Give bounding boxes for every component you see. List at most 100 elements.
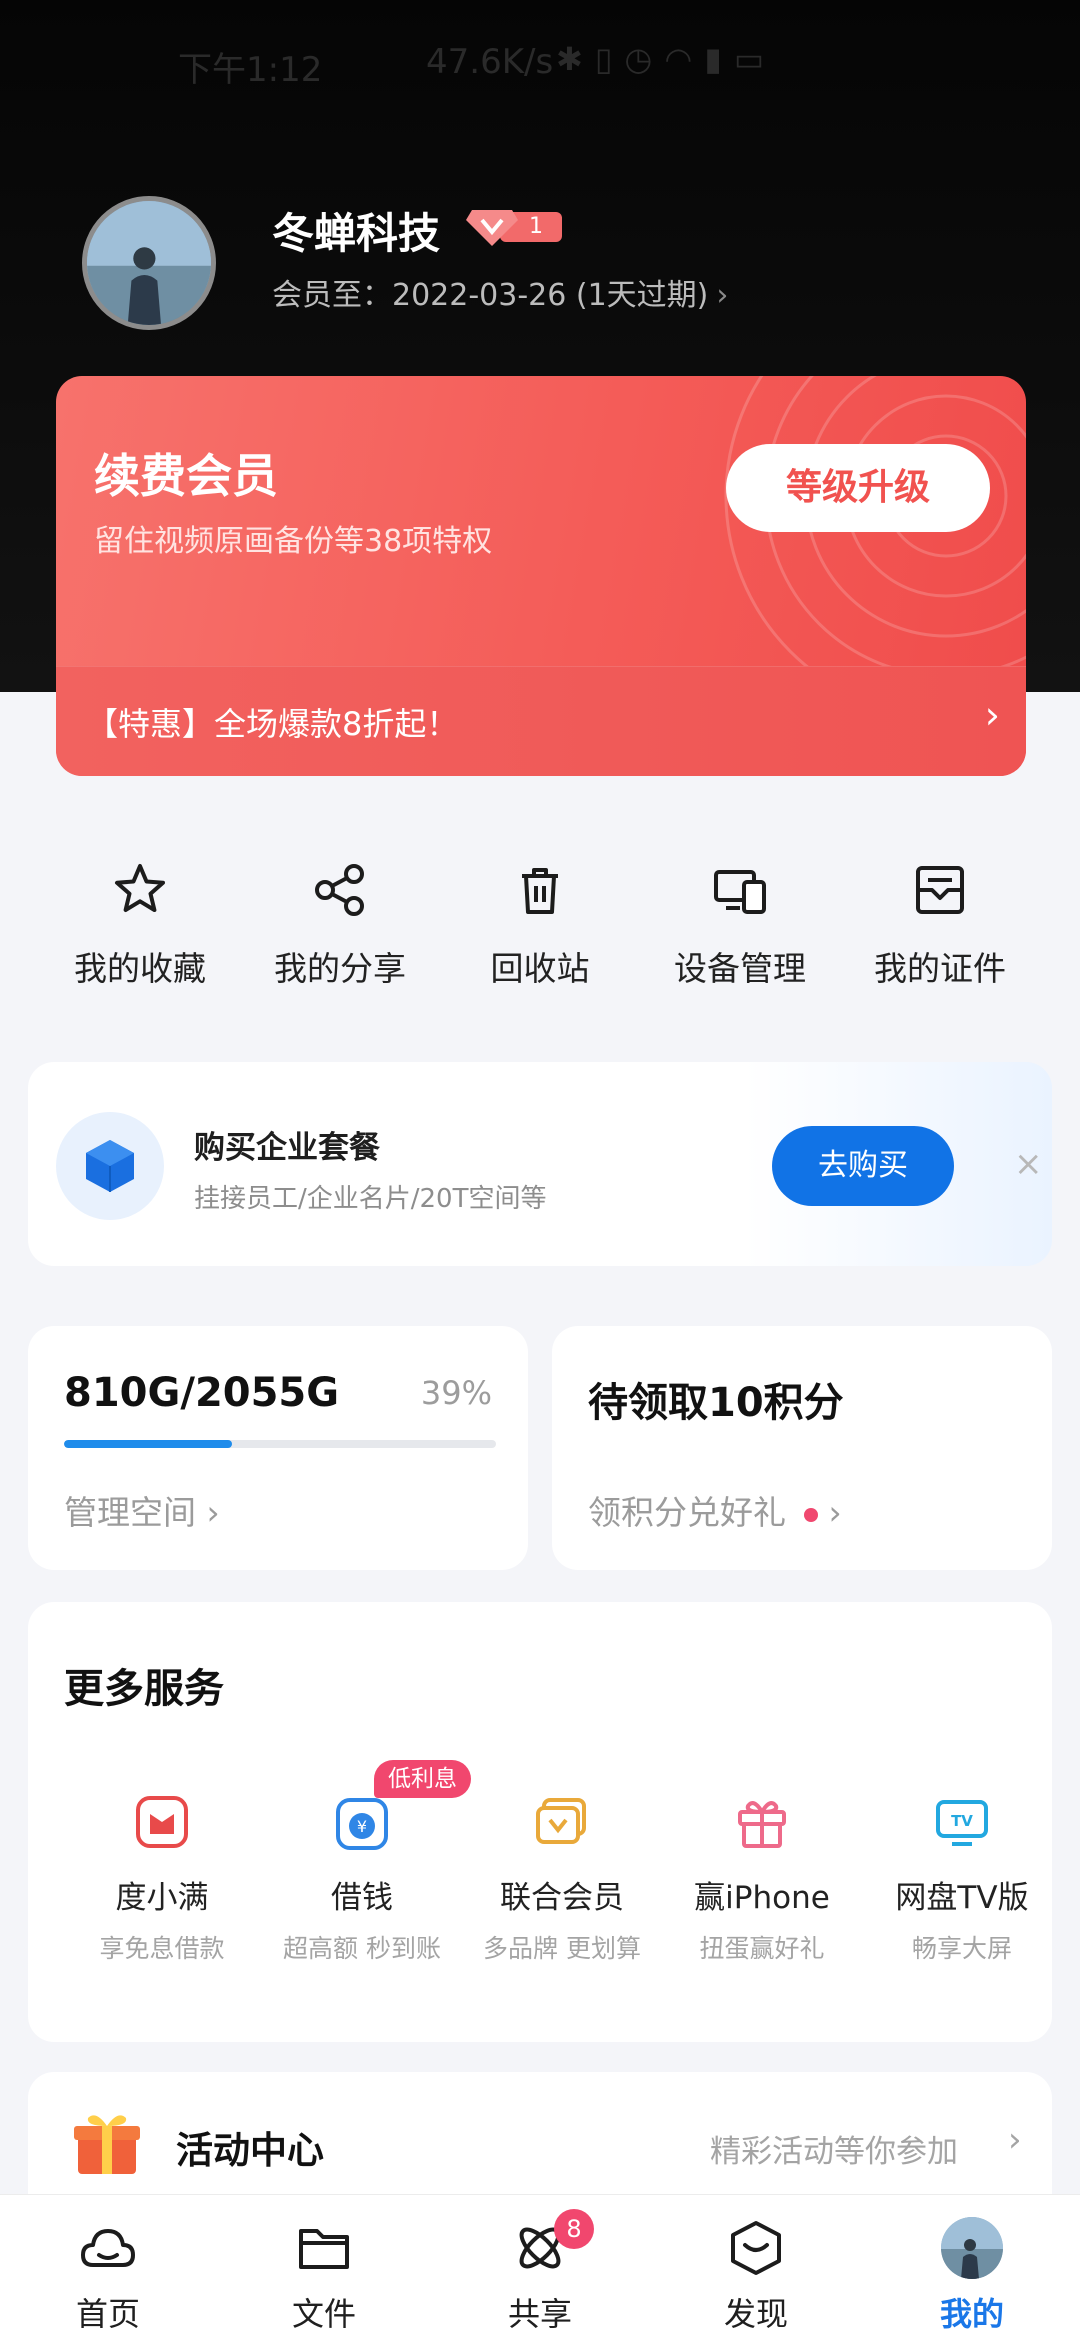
- service-desc: 多品牌 更划算: [483, 1934, 641, 1963]
- gift-icon: [738, 1801, 786, 1848]
- vip-card-icon: [536, 1798, 586, 1844]
- activity-hint: 精彩活动等你参加: [710, 2134, 958, 2170]
- tab-mine[interactable]: 我的: [864, 2195, 1080, 2340]
- quick-shares-label: 我的分享: [274, 949, 406, 988]
- low-interest-tag: 低利息: [374, 1760, 471, 1798]
- enterprise-title: 购买企业套餐: [194, 1130, 380, 1166]
- svg-text:TV: TV: [951, 1812, 973, 1830]
- promo-strip[interactable]: 【特惠】全场爆款8折起！ ›: [56, 666, 1026, 776]
- tab-label: 共享: [507, 2295, 572, 2333]
- chevron-right-icon: ›: [716, 278, 729, 313]
- trash-icon: [522, 868, 558, 914]
- star-icon: [115, 864, 165, 912]
- service-desc: 畅享大屏: [911, 1934, 1012, 1963]
- quick-favorites[interactable]: 我的收藏: [40, 860, 240, 1000]
- avatar-photo: [87, 201, 211, 325]
- redeem-points-link[interactable]: 领积分兑好礼 ›: [588, 1486, 842, 1534]
- vip-gem-icon: [466, 210, 518, 246]
- chevron-right-icon: ›: [1008, 2120, 1022, 2160]
- tab-label: 我的: [939, 2295, 1004, 2333]
- bluetooth-icon: ✱: [556, 40, 595, 78]
- service-borrow[interactable]: 低利息 ¥ 借钱 超高额 秒到账: [262, 1760, 471, 1972]
- status-time: 下午1:12: [178, 50, 323, 90]
- quick-my-documents[interactable]: 我的证件: [840, 860, 1040, 1000]
- share-count-badge: 8: [554, 2209, 594, 2249]
- folder-icon: [299, 2229, 349, 2269]
- duxiaoman-icon: [136, 1796, 188, 1848]
- share-icon: [315, 864, 364, 916]
- points-card[interactable]: 待领取10积分 领积分兑好礼 ›: [552, 1326, 1052, 1570]
- cloud-icon: [81, 2229, 135, 2267]
- id-card-icon: [916, 866, 964, 914]
- storage-used: 810G/2055G: [64, 1370, 340, 1416]
- tab-files[interactable]: 文件: [216, 2195, 432, 2340]
- buy-button[interactable]: 去购买: [772, 1126, 954, 1206]
- quick-favorites-label: 我的收藏: [74, 949, 206, 988]
- service-duxiaoman[interactable]: 度小满 享免息借款: [62, 1792, 262, 1972]
- chevron-right-icon: ›: [196, 1493, 220, 1532]
- vip-renew-card[interactable]: 续费会员 留住视频原画备份等38项特权 等级升级 【特惠】全场爆款8折起！ ›: [56, 376, 1026, 776]
- gift-box-icon: [74, 2115, 140, 2174]
- quick-recycle-bin[interactable]: 回收站: [440, 860, 640, 1000]
- enterprise-subtitle: 挂接员工/企业名片/20T空间等: [194, 1184, 547, 1214]
- tab-home[interactable]: 首页: [0, 2195, 216, 2340]
- vip-card-title: 续费会员: [94, 449, 278, 503]
- status-bar: 下午1:12 47.6K/s ✱▯◷◠▮▭: [0, 28, 1080, 98]
- tab-discover[interactable]: 发现: [648, 2195, 864, 2340]
- wifi-icon: ◠: [664, 40, 705, 78]
- service-name: 网盘TV版: [895, 1880, 1029, 1916]
- services-title: 更多服务: [64, 1666, 224, 1712]
- service-joint-membership[interactable]: 联合会员 多品牌 更划算: [462, 1792, 662, 1972]
- cube-icon: [86, 1140, 134, 1192]
- quick-shares[interactable]: 我的分享: [240, 860, 440, 1000]
- service-desc: 扭蛋赢好礼: [699, 1934, 825, 1963]
- upgrade-button[interactable]: 等级升级: [726, 444, 990, 532]
- member-expiry-text: 会员至：2022-03-26 (1天过期): [272, 278, 709, 313]
- activity-title: 活动中心: [176, 2129, 324, 2172]
- redeem-points-label: 领积分兑好礼: [588, 1493, 786, 1532]
- notification-dot: [804, 1507, 818, 1522]
- manage-space-label: 管理空间: [64, 1493, 196, 1532]
- avatar[interactable]: [82, 196, 216, 330]
- user-name[interactable]: 冬蝉科技: [272, 200, 440, 261]
- tab-label: 发现: [723, 2295, 788, 2333]
- service-name: 借钱: [331, 1880, 393, 1916]
- close-icon[interactable]: ×: [1014, 1144, 1043, 1184]
- member-expiry[interactable]: 会员至：2022-03-26 (1天过期) ›: [272, 270, 728, 314]
- vip-level-badge[interactable]: 1: [466, 206, 562, 246]
- tab-label: 文件: [291, 2295, 356, 2333]
- signal-icon: ▮: [704, 40, 734, 78]
- service-tv-version[interactable]: TV 网盘TV版 畅享大屏: [862, 1792, 1062, 1972]
- service-name: 赢iPhone: [694, 1880, 830, 1916]
- enterprise-icon-wrap: [56, 1112, 164, 1220]
- storage-card[interactable]: 810G/2055G 39% 管理空间 ›: [28, 1326, 528, 1570]
- quick-recycle-bin-label: 回收站: [490, 949, 590, 988]
- battery-icon: ▭: [733, 40, 777, 78]
- points-title: 待领取10积分: [588, 1380, 844, 1426]
- svg-text:¥: ¥: [357, 1817, 367, 1836]
- network-speed: 47.6K/s: [426, 42, 554, 82]
- service-win-iphone[interactable]: 赢iPhone 扭蛋赢好礼: [662, 1792, 862, 1972]
- chevron-right-icon: ›: [818, 1493, 842, 1532]
- more-services-card: 更多服务 度小满 享免息借款 低利息 ¥ 借钱 超高额 秒到账 联合会员 多品牌…: [28, 1602, 1052, 2042]
- manage-space-link[interactable]: 管理空间 ›: [64, 1486, 220, 1534]
- alarm-icon: ◷: [624, 40, 665, 78]
- quick-my-documents-label: 我的证件: [874, 949, 1006, 988]
- service-name: 度小满: [115, 1880, 209, 1916]
- tab-label: 首页: [75, 2295, 140, 2333]
- status-icons: ✱▯◷◠▮▭: [556, 40, 776, 78]
- quick-device-management[interactable]: 设备管理: [640, 860, 840, 1000]
- storage-progress-track: [64, 1440, 496, 1448]
- service-name: 联合会员: [500, 1880, 624, 1916]
- chevron-right-icon: ›: [984, 693, 1000, 737]
- storage-progress-fill: [64, 1440, 233, 1448]
- promo-text: 【特惠】全场爆款8折起！: [86, 705, 459, 743]
- bottom-tab-bar: 首页 文件 8 共享 发现 我的: [0, 2194, 1080, 2340]
- money-bag-icon: ¥: [336, 1798, 388, 1850]
- tab-share[interactable]: 8 共享: [432, 2195, 648, 2340]
- enterprise-banner[interactable]: 购买企业套餐 挂接员工/企业名片/20T空间等 去购买 ×: [28, 1062, 1052, 1266]
- quick-actions: 我的收藏 我的分享 回收站 设备管理 我的证件: [0, 860, 1080, 1000]
- vip-card-subtitle: 留住视频原画备份等38项特权: [94, 524, 493, 559]
- devices-icon: [714, 870, 766, 914]
- vibrate-icon: ▯: [594, 40, 625, 78]
